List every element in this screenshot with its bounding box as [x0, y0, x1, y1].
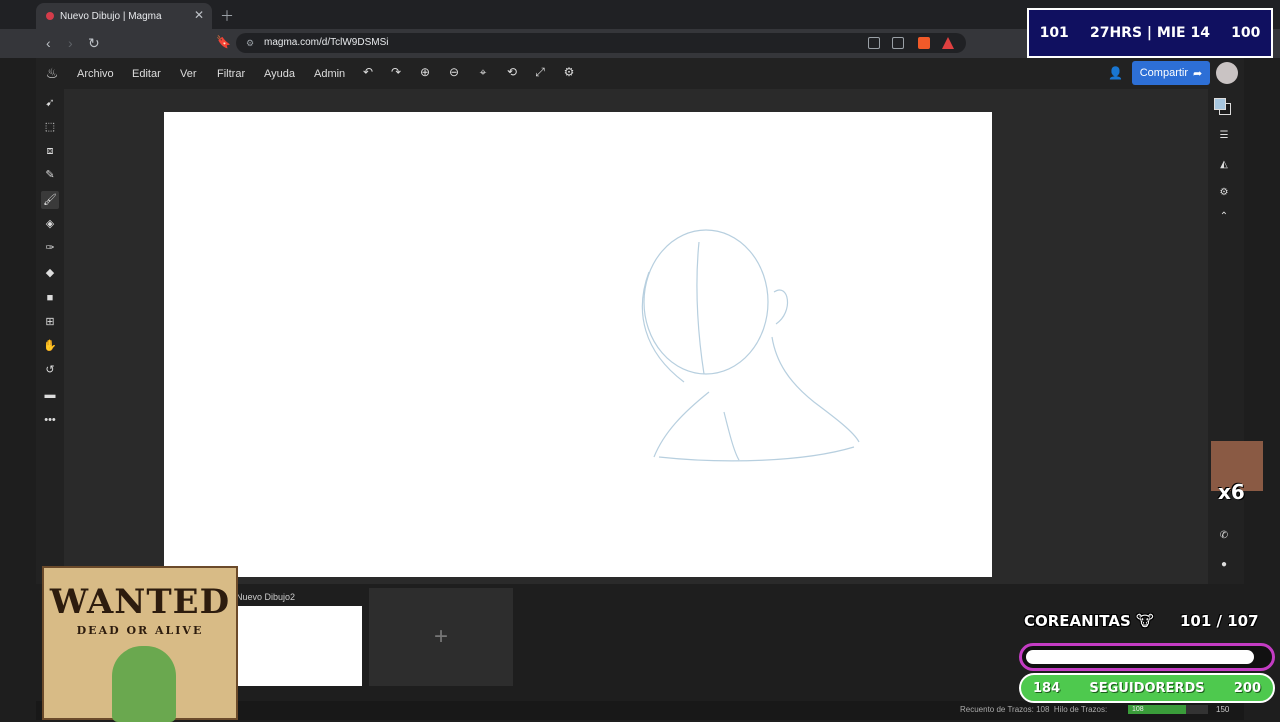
- add-user-icon[interactable]: 👤: [1108, 66, 1123, 80]
- zoom-in-icon[interactable]: ⊕: [417, 65, 433, 79]
- color-swatch[interactable]: [1214, 98, 1232, 116]
- bookmark-icon[interactable]: 🔖: [216, 35, 231, 49]
- tab-title: Nuevo Dibujo | Magma: [60, 10, 162, 22]
- document-title[interactable]: Nuevo Dibujo2: [236, 592, 295, 602]
- goal-progress-fill: [1026, 650, 1255, 664]
- rotate-tool-icon[interactable]: ↺: [41, 361, 59, 379]
- close-tab-icon[interactable]: ✕: [194, 8, 204, 22]
- rotate-view-icon[interactable]: ⟲: [504, 65, 520, 79]
- stroke-count-value: 108: [1036, 705, 1050, 714]
- thread-label: Hilo de Trazos:: [1053, 705, 1108, 714]
- address-bar[interactable]: ⚙ magma.com/d/TclW9DSMSi: [236, 33, 966, 53]
- sketch-neck-right: [771, 336, 860, 443]
- overlay-left-count: 101: [1039, 25, 1069, 41]
- new-tab-button[interactable]: ＋: [220, 6, 234, 26]
- add-layer-tool-icon[interactable]: ⊞: [41, 313, 59, 331]
- sketch-ear: [773, 289, 789, 325]
- redo-icon[interactable]: ↷: [388, 65, 404, 79]
- comment-tool-icon[interactable]: ▬: [41, 386, 59, 404]
- plus-icon: +: [433, 623, 448, 650]
- move-tool-icon[interactable]: ➹: [41, 94, 59, 112]
- drawing-canvas[interactable]: [164, 112, 992, 577]
- menu-ayuda[interactable]: Ayuda: [264, 68, 295, 80]
- voice-call-icon[interactable]: ✆: [1216, 528, 1232, 544]
- chat-icon[interactable]: ●: [1216, 557, 1232, 573]
- stroke-thread-bar: 108: [1128, 705, 1208, 714]
- paint-bucket-icon[interactable]: ◆: [41, 264, 59, 282]
- forward-icon[interactable]: ›: [68, 35, 73, 51]
- magma-favicon-icon: [46, 12, 54, 20]
- fit-view-icon[interactable]: ⌖: [475, 65, 491, 80]
- sketch-collar: [723, 411, 740, 461]
- more-tools-icon[interactable]: •••: [41, 411, 59, 429]
- site-info-icon[interactable]: ⚙: [246, 33, 254, 53]
- collapse-panel-icon[interactable]: ⌃: [1216, 209, 1232, 225]
- reload-icon[interactable]: ↻: [88, 35, 100, 52]
- brave-shield-icon[interactable]: [918, 37, 930, 49]
- undo-icon[interactable]: ↶: [360, 65, 376, 79]
- url-text: magma.com/d/TclW9DSMSi: [264, 37, 389, 48]
- goal-count: 101 / 107: [1180, 612, 1259, 630]
- transform-tool-icon[interactable]: ⧈: [41, 142, 59, 160]
- wanted-poster: WANTED DEAD OR ALIVE: [42, 566, 238, 722]
- wanted-subtitle: DEAD OR ALIVE: [76, 624, 204, 637]
- wanted-title: WANTED: [49, 582, 231, 622]
- share-page-icon[interactable]: [892, 37, 904, 49]
- sketch-jaw-line: [641, 271, 685, 383]
- smudge-tool-icon[interactable]: ✑: [41, 239, 59, 257]
- shape-tool-icon[interactable]: ■: [41, 289, 59, 307]
- frog-character-image: [112, 646, 176, 722]
- new-document-button[interactable]: +: [369, 588, 513, 686]
- settings-view-icon[interactable]: ⚙: [561, 65, 577, 79]
- menu-admin[interactable]: Admin: [314, 68, 345, 80]
- document-thumbnail[interactable]: [236, 606, 362, 686]
- goal-progress-bar: [1019, 643, 1275, 671]
- share-label: Compartir: [1139, 67, 1189, 79]
- sketch-drawing: [641, 229, 860, 462]
- followers-start: 184: [1033, 680, 1061, 696]
- sketch-shoulder-left: [653, 391, 710, 458]
- eyedropper-tool-icon[interactable]: ✎: [41, 166, 59, 184]
- settings-icon[interactable]: ⚙: [1216, 185, 1232, 201]
- eraser-tool-icon[interactable]: ◈: [41, 215, 59, 233]
- layers-icon[interactable]: ◭: [1216, 157, 1232, 173]
- browser-tab[interactable]: Nuevo Dibujo | Magma ✕: [36, 3, 212, 29]
- sketch-shoulder-base: [658, 446, 855, 462]
- share-button[interactable]: Compartir ➦: [1132, 61, 1210, 85]
- user-avatar[interactable]: [1216, 62, 1238, 84]
- stroke-count-label: Recuento de Trazos:: [960, 705, 1034, 714]
- sketch-head-circle: [643, 229, 769, 375]
- sketch-center-line: [696, 241, 705, 375]
- menu-filtrar[interactable]: Filtrar: [217, 68, 245, 80]
- followers-target: 200: [1233, 680, 1261, 696]
- back-icon[interactable]: ‹: [46, 35, 51, 51]
- zoom-out-icon[interactable]: ⊖: [446, 65, 462, 79]
- menu-archivo[interactable]: Archivo: [77, 68, 114, 80]
- stroke-thread-value: 108: [1132, 706, 1144, 713]
- selection-tool-icon[interactable]: ⬚: [41, 118, 59, 136]
- menu-editar[interactable]: Editar: [132, 68, 161, 80]
- stroke-thread-max: 150: [1216, 705, 1230, 714]
- stream-timer-overlay: 101 27HRS | MIE 14 100: [1027, 8, 1273, 58]
- brush-tool-icon[interactable]: 🖌: [41, 191, 59, 209]
- followers-label: SEGUIDORERDS: [1089, 680, 1205, 696]
- share-arrow-icon: ➦: [1193, 67, 1203, 80]
- primary-color[interactable]: [1214, 98, 1226, 110]
- fullscreen-icon[interactable]: ⤢: [532, 65, 548, 80]
- magma-logo-icon[interactable]: ♨: [44, 65, 60, 82]
- goal-label: COREANITAS 🐮: [1024, 612, 1154, 630]
- cast-icon[interactable]: [868, 37, 880, 49]
- menu-ver[interactable]: Ver: [180, 68, 197, 80]
- overlay-right-count: 100: [1231, 25, 1261, 41]
- info-panel-icon[interactable]: ☰: [1216, 128, 1232, 144]
- emote-count: x6: [1218, 480, 1245, 504]
- stroke-count-text: Recuento de Trazos: 108 Hilo de Trazos:: [960, 705, 1107, 714]
- overlay-timer: 27HRS | MIE 14: [1089, 25, 1210, 41]
- hand-tool-icon[interactable]: ✋: [41, 337, 59, 355]
- followers-goal-bar: 184 SEGUIDORERDS 200: [1019, 673, 1275, 703]
